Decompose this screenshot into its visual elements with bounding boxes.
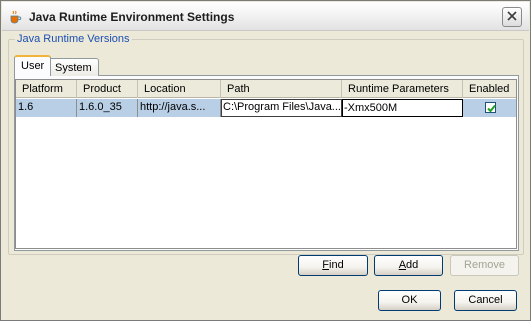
group-legend: Java Runtime Versions <box>15 33 132 45</box>
java-coffee-cup-icon <box>8 9 23 24</box>
checkmark-icon <box>487 104 496 113</box>
window-title: Java Runtime Environment Settings <box>29 10 235 24</box>
cell-platform[interactable]: 1.6 <box>16 99 77 117</box>
cancel-label: Cancel <box>468 294 503 306</box>
close-icon <box>507 10 517 24</box>
runtime-parameters-input[interactable]: -Xmx500M <box>342 99 463 117</box>
enabled-checkbox[interactable] <box>485 102 496 113</box>
settings-dialog: Java Runtime Environment Settings Java R… <box>0 0 531 321</box>
remove-label: Remove <box>464 259 505 271</box>
cancel-button[interactable]: Cancel <box>454 290 517 311</box>
cell-path[interactable]: C:\Program Files\Java... <box>221 99 342 117</box>
cell-location[interactable]: http://java.s... <box>138 99 221 117</box>
remove-button[interactable]: Remove <box>450 255 519 276</box>
close-button[interactable] <box>502 7 522 27</box>
cell-enabled[interactable] <box>463 99 516 117</box>
find-button[interactable]: Find <box>298 255 368 276</box>
add-label-rest: dd <box>406 259 419 271</box>
jre-table[interactable]: Platform Product Location Path Runtime P… <box>15 79 517 249</box>
add-mnemonic: A <box>398 259 407 271</box>
tab-system-label: System <box>55 62 92 74</box>
column-header-product[interactable]: Product <box>77 80 138 98</box>
cell-product[interactable]: 1.6.0_35 <box>77 99 138 117</box>
column-header-runtime-parameters[interactable]: Runtime Parameters <box>342 80 463 98</box>
find-label-rest: ind <box>329 259 344 271</box>
add-button[interactable]: Add <box>374 255 443 276</box>
column-header-location[interactable]: Location <box>138 80 221 98</box>
ok-button[interactable]: OK <box>378 290 441 311</box>
ok-label: OK <box>401 294 418 306</box>
column-header-platform[interactable]: Platform <box>16 80 77 98</box>
column-header-enabled[interactable]: Enabled <box>463 80 516 98</box>
find-mnemonic: F <box>322 259 330 271</box>
tab-system[interactable]: System <box>48 58 99 76</box>
tab-user[interactable]: User <box>14 55 52 76</box>
column-header-path[interactable]: Path <box>221 80 342 98</box>
table-row[interactable]: 1.6 1.6.0_35 http://java.s... C:\Program… <box>16 99 516 117</box>
tab-user-label: User <box>21 60 45 72</box>
title-bar[interactable]: Java Runtime Environment Settings <box>2 2 529 31</box>
table-header: Platform Product Location Path Runtime P… <box>16 80 516 98</box>
